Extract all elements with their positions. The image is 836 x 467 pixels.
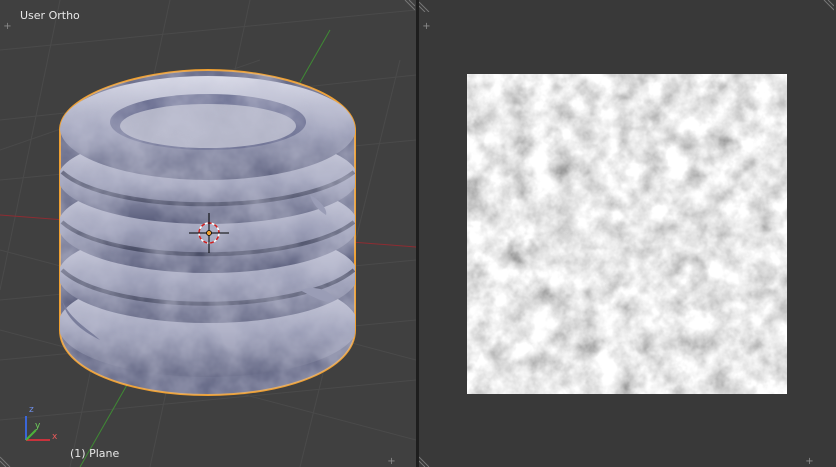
corner-hatch-icon[interactable] (822, 0, 834, 12)
corner-hatch-icon[interactable] (419, 0, 431, 12)
3d-viewport[interactable]: User Ortho z y x (1) Plane + + (0, 0, 416, 467)
corner-plus-icon[interactable]: + (3, 22, 12, 32)
corner-plus-icon[interactable]: + (422, 22, 431, 32)
corner-hatch-icon[interactable] (0, 455, 12, 467)
corner-hatch-icon[interactable] (403, 0, 415, 12)
corner-hatch-icon[interactable] (419, 455, 431, 467)
image-editor[interactable]: + + (419, 0, 836, 467)
image-canvas[interactable] (419, 0, 836, 467)
active-object-label: (1) Plane (70, 447, 120, 460)
viewport-canvas[interactable] (0, 0, 416, 467)
gizmo-x-label: x (52, 432, 58, 442)
noise-texture-image (467, 74, 787, 394)
corner-plus-icon[interactable]: + (805, 457, 814, 467)
gizmo-z-label: z (29, 405, 34, 415)
gizmo-y-label: y (35, 421, 41, 431)
view-title: User Ortho (20, 9, 80, 22)
corner-plus-icon[interactable]: + (387, 457, 396, 467)
